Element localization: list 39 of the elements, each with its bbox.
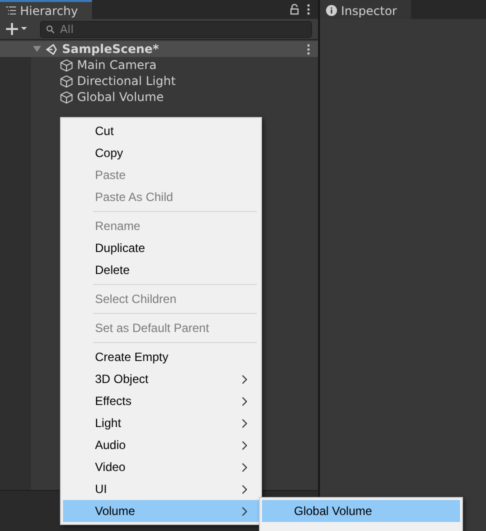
search-field[interactable]: All <box>40 20 312 38</box>
cube-icon <box>60 90 73 104</box>
add-dropdown-icon[interactable] <box>6 23 30 35</box>
hierarchy-tab[interactable]: Hierarchy <box>0 0 92 19</box>
cube-icon <box>60 58 73 72</box>
cube-icon <box>60 74 73 88</box>
game-object-name[interactable]: Main Camera <box>77 58 157 72</box>
menu-item[interactable]: Create Empty <box>63 346 259 368</box>
lock-icon[interactable] <box>290 4 299 15</box>
menu-item[interactable]: Light <box>63 412 259 434</box>
game-object-name[interactable]: Global Volume <box>77 90 164 104</box>
menu-item[interactable]: Copy <box>63 142 259 164</box>
scene-name: SampleScene* <box>62 42 159 56</box>
menu-item[interactable]: UI <box>63 478 259 500</box>
info-icon <box>326 5 337 16</box>
chevron-right-icon <box>242 440 247 450</box>
menu-item[interactable]: Cut <box>63 120 259 142</box>
menu-item[interactable]: Delete <box>63 259 259 281</box>
menu-item[interactable]: Video <box>63 456 259 478</box>
menu-item[interactable]: Volume <box>63 500 259 522</box>
expand-arrow-icon[interactable] <box>33 45 41 53</box>
inspector-tab[interactable]: Inspector <box>320 0 411 19</box>
list-icon <box>6 6 16 15</box>
scene-row[interactable]: SampleScene* <box>0 41 318 57</box>
search-icon <box>46 24 56 34</box>
submenu-item[interactable]: Global Volume <box>262 500 460 522</box>
game-object-name[interactable]: Directional Light <box>77 74 176 88</box>
chevron-right-icon <box>242 374 247 384</box>
chevron-right-icon <box>242 418 247 428</box>
more-icon[interactable] <box>307 44 310 54</box>
chevron-right-icon <box>242 462 247 472</box>
menu-item[interactable]: 3D Object <box>63 368 259 390</box>
chevron-right-icon <box>242 484 247 494</box>
menu-item[interactable]: Duplicate <box>63 237 259 259</box>
menu-item[interactable]: Effects <box>63 390 259 412</box>
more-icon[interactable] <box>307 4 310 15</box>
chevron-right-icon <box>242 506 247 516</box>
menu-item[interactable]: Audio <box>63 434 259 456</box>
chevron-right-icon <box>242 396 247 406</box>
